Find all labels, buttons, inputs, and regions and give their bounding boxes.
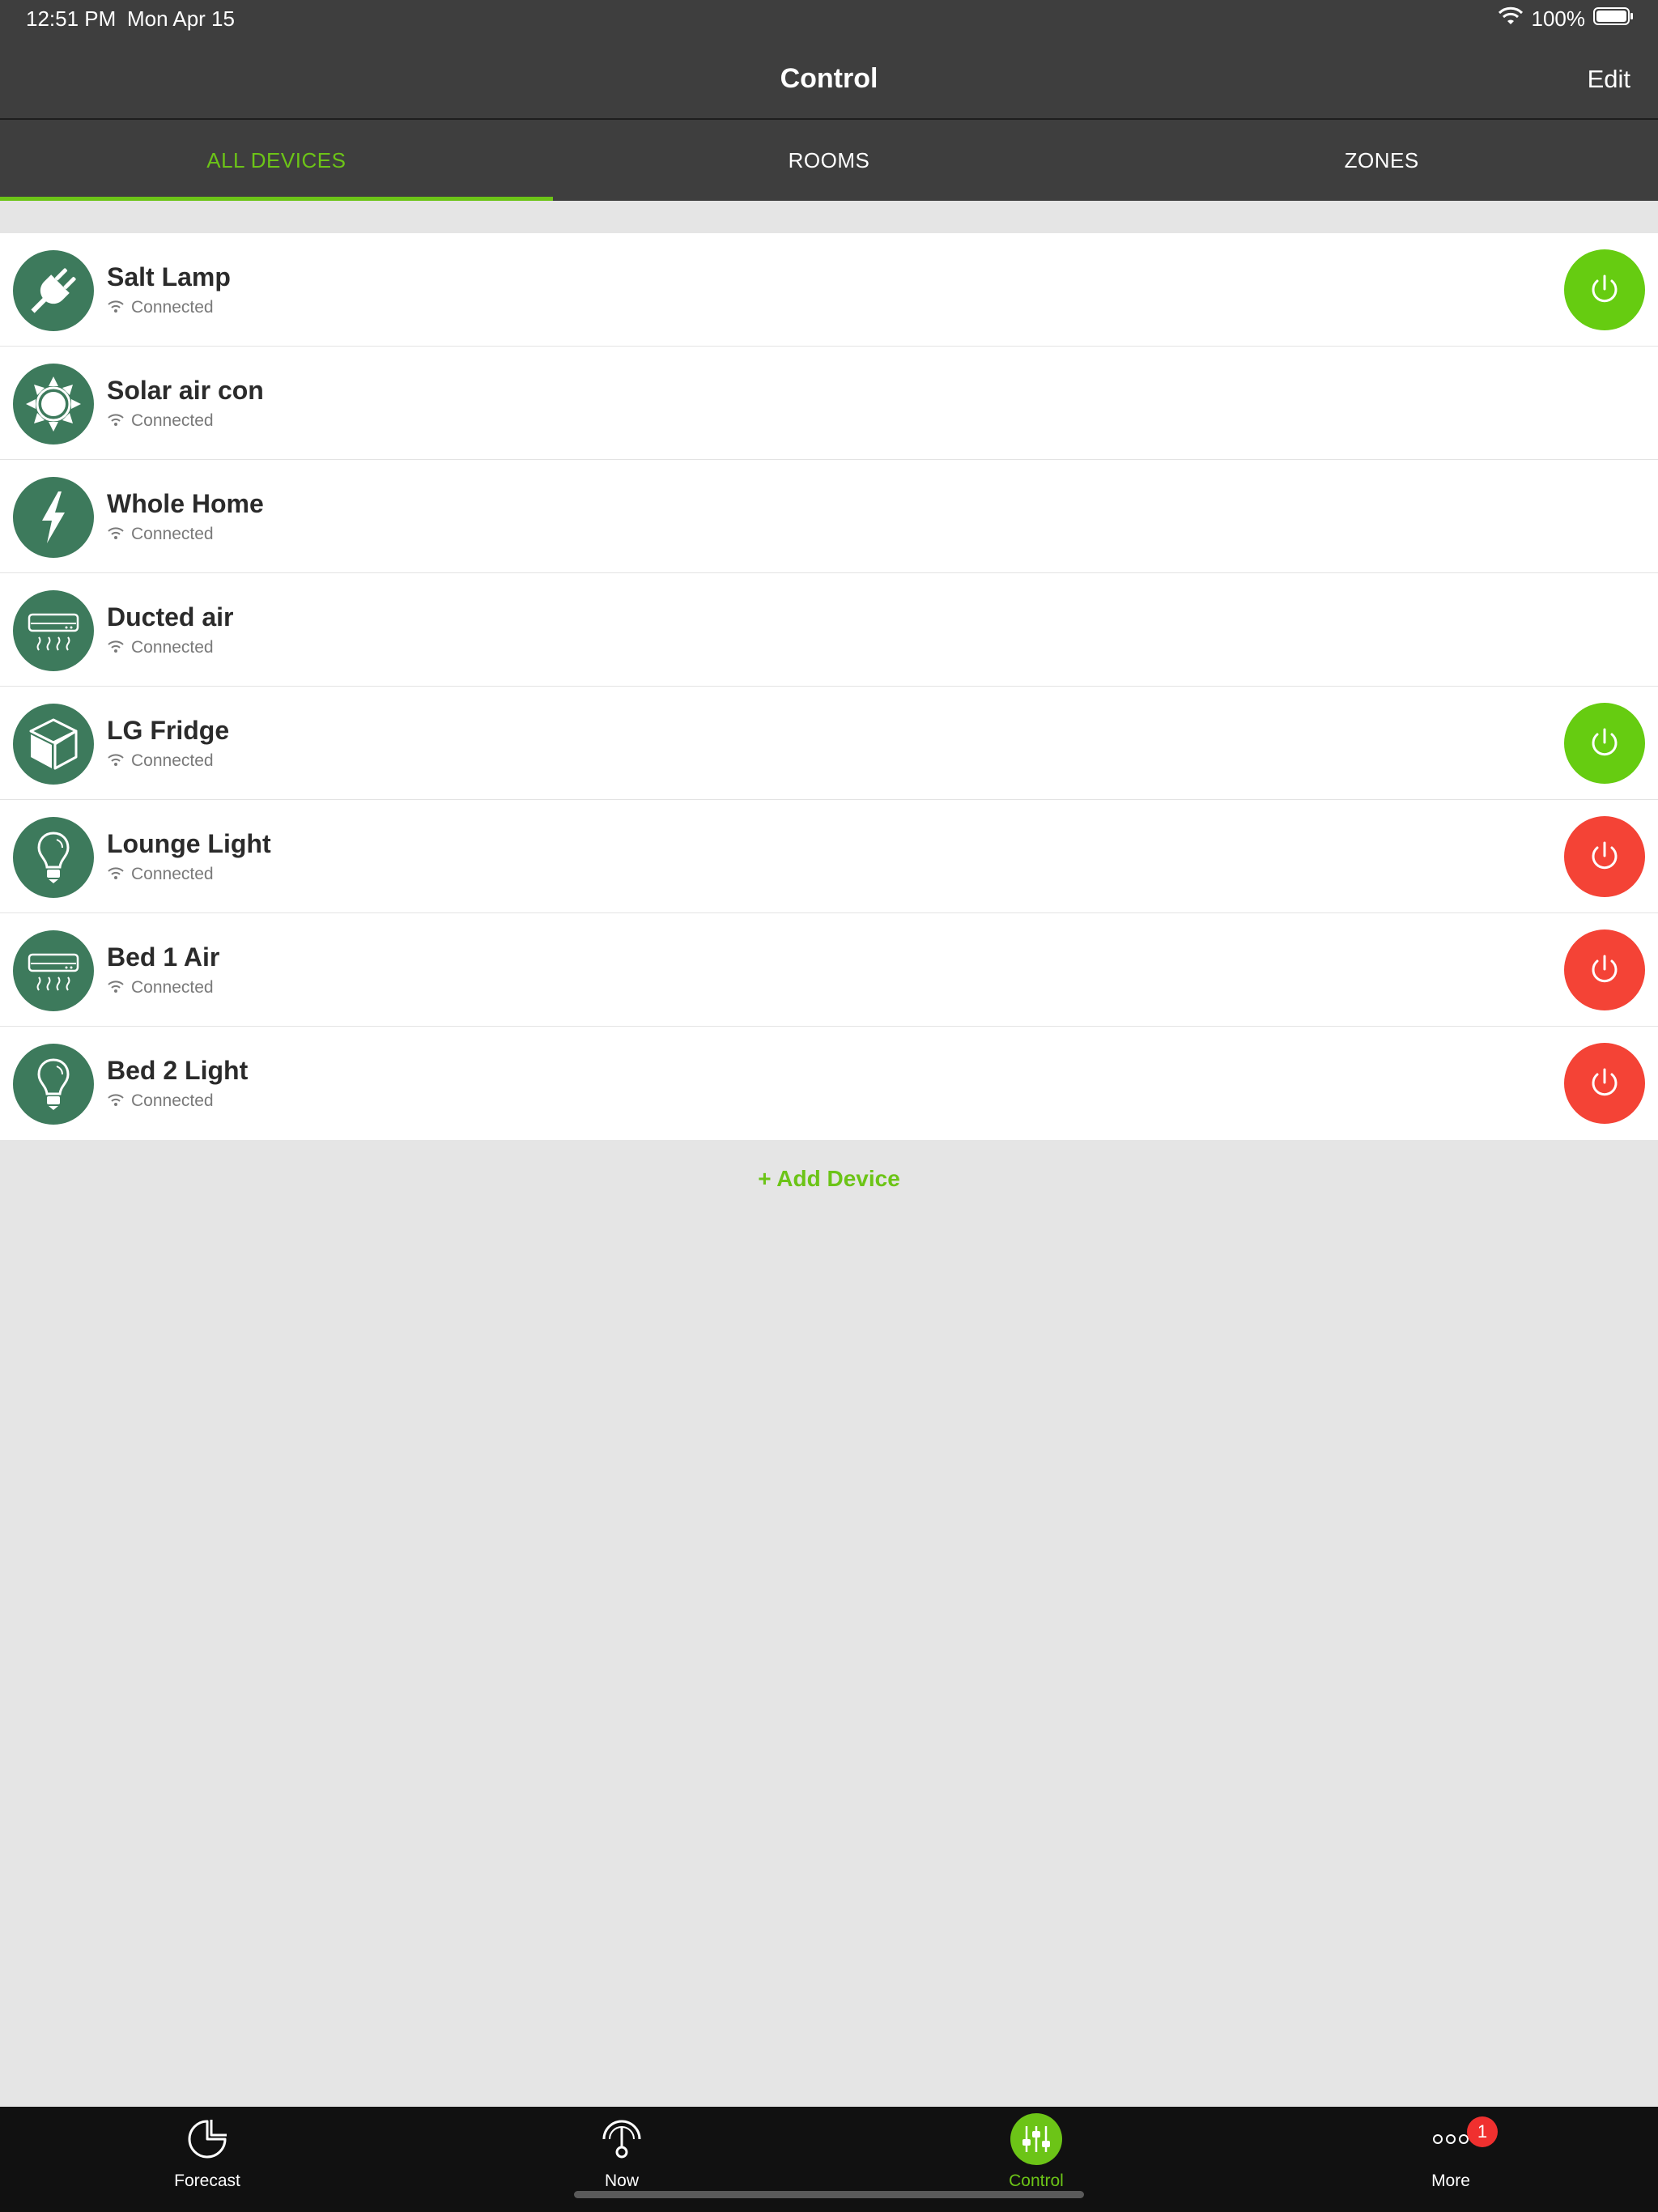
nav-bar: Control Edit xyxy=(0,39,1658,120)
device-name: Solar air con xyxy=(107,376,264,405)
wifi-icon xyxy=(107,411,125,431)
add-device-button[interactable]: + Add Device xyxy=(0,1166,1658,1192)
now-icon xyxy=(596,2115,648,2163)
wifi-icon xyxy=(107,978,125,998)
device-status: Connected xyxy=(107,525,214,544)
status-date: Mon Apr 15 xyxy=(127,6,235,31)
device-row-bed-1-air[interactable]: Bed 1 Air Connected xyxy=(0,913,1658,1027)
device-row-solar-air-con[interactable]: Solar air con Connected xyxy=(0,347,1658,460)
device-name: Bed 2 Light xyxy=(107,1056,249,1085)
device-name: Ducted air xyxy=(107,602,234,632)
device-row-lounge-light[interactable]: Lounge Light Connected xyxy=(0,800,1658,913)
connection-status: Connected xyxy=(131,978,214,997)
lightbulb-icon xyxy=(13,1044,94,1125)
device-name: Lounge Light xyxy=(107,829,271,858)
power-button[interactable] xyxy=(1564,1043,1645,1124)
power-icon xyxy=(1587,271,1622,309)
device-status: Connected xyxy=(107,751,214,771)
device-row-salt-lamp[interactable]: Salt Lamp Connected xyxy=(0,233,1658,347)
wifi-icon xyxy=(107,865,125,884)
device-row-ducted-air[interactable]: Ducted air Connected xyxy=(0,573,1658,687)
plug-icon xyxy=(13,250,94,331)
tab-label: Control xyxy=(1009,2172,1064,2190)
power-button[interactable] xyxy=(1564,249,1645,330)
power-button[interactable] xyxy=(1564,816,1645,897)
home-indicator xyxy=(574,2191,1084,2198)
air-conditioner-icon xyxy=(13,930,94,1011)
device-status: Connected xyxy=(107,411,214,431)
connection-status: Connected xyxy=(131,865,214,883)
tab-label: More xyxy=(1431,2172,1470,2190)
device-name: Salt Lamp xyxy=(107,262,231,291)
power-button[interactable] xyxy=(1564,703,1645,784)
connection-status: Connected xyxy=(131,1091,214,1110)
connection-status: Connected xyxy=(131,638,214,657)
connection-status: Connected xyxy=(131,411,214,430)
battery-percent: 100% xyxy=(1531,6,1586,31)
tab-forecast[interactable]: Forecast xyxy=(0,2107,414,2212)
power-icon xyxy=(1587,725,1622,763)
device-name: Whole Home xyxy=(107,489,264,518)
device-status: Connected xyxy=(107,1091,214,1111)
device-status: Connected xyxy=(107,978,214,998)
box-icon xyxy=(13,704,94,785)
device-list: Salt Lamp Connected Solar air con Connec… xyxy=(0,233,1658,1140)
lightning-icon xyxy=(13,477,94,558)
device-row-lg-fridge[interactable]: LG Fridge Connected xyxy=(0,687,1658,800)
wifi-icon xyxy=(107,1091,125,1111)
page-title: Control xyxy=(780,63,878,94)
lightbulb-icon xyxy=(13,817,94,898)
tab-zones[interactable]: ZONES xyxy=(1105,120,1658,201)
connection-status: Connected xyxy=(131,525,214,543)
device-row-whole-home[interactable]: Whole Home Connected xyxy=(0,460,1658,573)
edit-button[interactable]: Edit xyxy=(1588,65,1630,94)
device-row-bed-2-light[interactable]: Bed 2 Light Connected xyxy=(0,1027,1658,1140)
control-icon xyxy=(1010,2113,1062,2165)
segment-tabs: ALL DEVICES ROOMS ZONES xyxy=(0,120,1658,201)
tab-more[interactable]: More 1 xyxy=(1244,2107,1658,2212)
power-icon xyxy=(1587,838,1622,876)
device-name: LG Fridge xyxy=(107,716,230,745)
connection-status: Connected xyxy=(131,298,214,317)
wifi-icon xyxy=(1498,6,1524,32)
device-status: Connected xyxy=(107,638,214,657)
battery-icon xyxy=(1593,6,1634,32)
forecast-icon xyxy=(181,2115,233,2163)
status-bar: 12:51 PM Mon Apr 15 100% xyxy=(0,0,1658,39)
status-indicators: 100% xyxy=(1498,6,1635,32)
wifi-icon xyxy=(107,638,125,657)
connection-status: Connected xyxy=(131,751,214,770)
wifi-icon xyxy=(107,525,125,544)
tab-label: Forecast xyxy=(174,2172,240,2190)
device-name: Bed 1 Air xyxy=(107,942,220,972)
sun-icon xyxy=(13,364,94,445)
wifi-icon xyxy=(107,751,125,771)
power-button[interactable] xyxy=(1564,929,1645,1010)
power-icon xyxy=(1587,951,1622,989)
device-status: Connected xyxy=(107,298,214,317)
air-conditioner-icon xyxy=(13,590,94,671)
tab-all-devices[interactable]: ALL DEVICES xyxy=(0,120,553,201)
status-time: 12:51 PM xyxy=(26,6,117,31)
tab-rooms[interactable]: ROOMS xyxy=(553,120,1106,201)
power-icon xyxy=(1587,1065,1622,1103)
notification-badge: 1 xyxy=(1467,2116,1498,2147)
wifi-icon xyxy=(107,298,125,317)
tab-label: Now xyxy=(604,2172,639,2190)
device-status: Connected xyxy=(107,865,214,884)
